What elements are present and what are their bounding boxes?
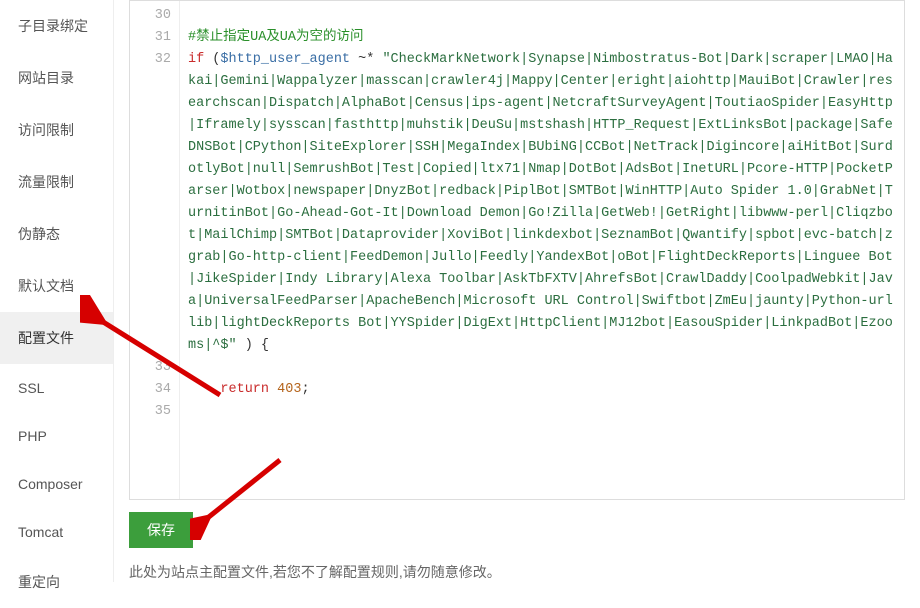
sidebar-item-default-doc[interactable]: 默认文档 <box>0 260 113 312</box>
code-line <box>188 401 896 423</box>
line-number: 30 <box>130 5 171 27</box>
sidebar-item-php[interactable]: PHP <box>0 412 113 460</box>
sidebar-item-site-dir[interactable]: 网站目录 <box>0 52 113 104</box>
save-button[interactable]: 保存 <box>129 512 193 548</box>
sidebar-item-rewrite[interactable]: 伪静态 <box>0 208 113 260</box>
sidebar-item-redirect[interactable]: 重定向 <box>0 556 113 608</box>
sidebar-item-traffic-limit[interactable]: 流量限制 <box>0 156 113 208</box>
line-number: 32 <box>130 49 171 357</box>
sidebar-item-subdir-bind[interactable]: 子目录绑定 <box>0 0 113 52</box>
code-line: return 403; <box>188 379 896 401</box>
main-content: 303132333435 #禁止指定UA及UA为空的访问if ($http_us… <box>114 0 920 582</box>
note-text: 此处为站点主配置文件,若您不了解配置规则,请勿随意修改。 <box>129 562 905 582</box>
line-number: 34 <box>130 379 171 401</box>
code-line <box>188 5 896 27</box>
sidebar-item-access-limit[interactable]: 访问限制 <box>0 104 113 156</box>
sidebar: 子目录绑定 网站目录 访问限制 流量限制 伪静态 默认文档 配置文件 SSL P… <box>0 0 114 582</box>
line-number: 33 <box>130 357 171 379</box>
code-line: if ($http_user_agent ~* "CheckMarkNetwor… <box>188 49 896 357</box>
line-numbers: 303132333435 <box>130 1 180 499</box>
line-number: 31 <box>130 27 171 49</box>
config-editor[interactable]: 303132333435 #禁止指定UA及UA为空的访问if ($http_us… <box>129 0 905 500</box>
sidebar-item-composer[interactable]: Composer <box>0 460 113 508</box>
code-line: #禁止指定UA及UA为空的访问 <box>188 27 896 49</box>
sidebar-item-tomcat[interactable]: Tomcat <box>0 508 113 556</box>
sidebar-item-ssl[interactable]: SSL <box>0 364 113 412</box>
line-number: 35 <box>130 401 171 423</box>
code-line <box>188 357 896 379</box>
code-area[interactable]: #禁止指定UA及UA为空的访问if ($http_user_agent ~* "… <box>180 1 904 499</box>
sidebar-item-config-file[interactable]: 配置文件 <box>0 312 113 364</box>
